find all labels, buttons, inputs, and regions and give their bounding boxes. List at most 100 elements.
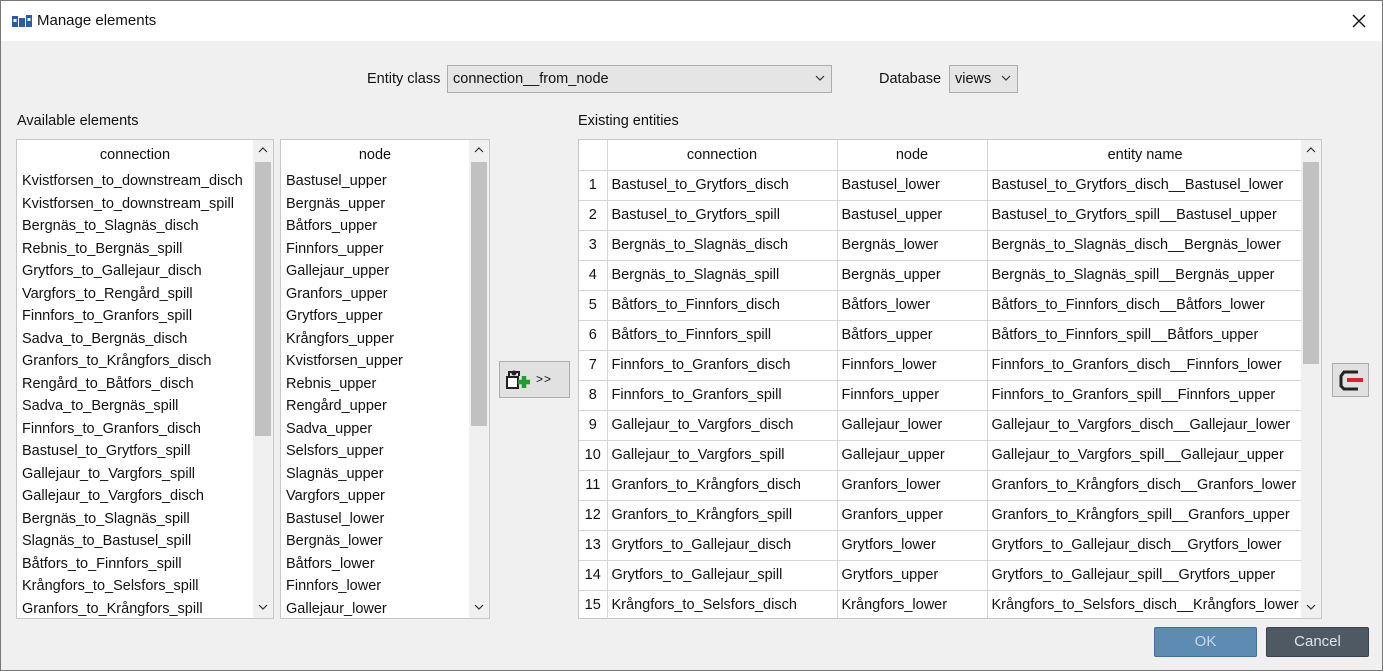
cell-node[interactable]: Grytfors_upper (837, 560, 988, 591)
ok-button[interactable]: OK (1154, 627, 1257, 657)
cell-entity-name[interactable]: Bastusel_to_Grytfors_disch__Bastusel_low… (987, 170, 1304, 201)
table-row[interactable]: 15 Krångfors_to_Selsfors_disch Krångfors_l… (579, 590, 1304, 618)
list-item[interactable]: Selsfors_upper (286, 440, 403, 463)
cell-node[interactable]: Båtfors_upper (837, 320, 988, 351)
table-row[interactable]: 3 Bergnäs_to_Slagnäs_disch Bergnäs_lower Be… (579, 230, 1304, 261)
cell-node[interactable]: Bergnäs_lower (837, 230, 988, 261)
cell-entity-name[interactable]: Granfors_to_Krångfors_disch__Granfors_lo… (987, 470, 1304, 501)
list-item[interactable]: Sadva_to_Bergnäs_disch (22, 328, 243, 351)
scroll-thumb[interactable] (471, 162, 487, 426)
cell-node[interactable]: Granfors_upper (837, 500, 988, 531)
cell-connection[interactable]: Finnfors_to_Granfors_disch (607, 350, 838, 381)
scroll-down-button[interactable] (1301, 598, 1321, 618)
list-item[interactable]: Gallejaur_to_Vargfors_spill (22, 463, 243, 486)
list-item[interactable]: Bastusel_upper (286, 170, 403, 193)
cell-connection[interactable]: Granfors_to_Krångfors_disch (607, 470, 838, 501)
list-item[interactable]: Slagnäs_upper (286, 463, 403, 486)
list-item[interactable]: Finnfors_to_Granfors_spill (22, 305, 243, 328)
cell-entity-name[interactable]: Gallejaur_to_Vargfors_disch__Gallejaur_l… (987, 410, 1304, 441)
cell-connection[interactable]: Gallejaur_to_Vargfors_spill (607, 440, 838, 471)
cell-entity-name[interactable]: Bergnäs_to_Slagnäs_spill__Bergnäs_upper (987, 260, 1304, 291)
list-item[interactable]: Grytfors_upper (286, 305, 403, 328)
cell-connection[interactable]: Gallejaur_to_Vargfors_disch (607, 410, 838, 441)
cell-entity-name[interactable]: Bastusel_to_Grytfors_spill__Bastusel_upp… (987, 200, 1304, 231)
cell-node[interactable]: Grytfors_lower (837, 530, 988, 561)
list-item[interactable]: Rebnis_to_Bergnäs_spill (22, 238, 243, 261)
list-item[interactable]: Gallejaur_lower (286, 598, 403, 619)
list-item[interactable]: Rengård_upper (286, 395, 403, 418)
list-item[interactable]: Slagnäs_to_Bastusel_spill (22, 530, 243, 553)
cell-entity-name[interactable]: Finnfors_to_Granfors_spill__Finnfors_upp… (987, 380, 1304, 411)
scroll-up-button[interactable] (469, 140, 489, 160)
cell-connection[interactable]: Bastusel_to_Grytfors_disch (607, 170, 838, 201)
table-row[interactable]: 2 Bastusel_to_Grytfors_spill Bastusel_uppe… (579, 200, 1304, 231)
table-row[interactable]: 14 Grytfors_to_Gallejaur_spill Grytfors_up… (579, 560, 1304, 591)
list-item[interactable]: Bergnäs_to_Slagnäs_disch (22, 215, 243, 238)
connection-list-scrollbar[interactable] (253, 140, 273, 618)
list-item[interactable]: Granfors_upper (286, 283, 403, 306)
scroll-up-button[interactable] (253, 140, 273, 160)
table-row[interactable]: 1 Bastusel_to_Grytfors_disch Bastusel_lowe… (579, 170, 1304, 201)
list-item[interactable]: Båtfors_upper (286, 215, 403, 238)
entities-table-scrollbar[interactable] (1301, 140, 1321, 618)
scroll-up-button[interactable] (1301, 140, 1321, 160)
node-list-scrollbar[interactable] (469, 140, 489, 618)
cell-connection[interactable]: Grytfors_to_Gallejaur_disch (607, 530, 838, 561)
close-button[interactable] (1336, 1, 1382, 41)
cell-entity-name[interactable]: Gallejaur_to_Vargfors_spill__Gallejaur_u… (987, 440, 1304, 471)
scroll-down-button[interactable] (469, 598, 489, 618)
cell-node[interactable]: Båtfors_lower (837, 290, 988, 321)
list-item[interactable]: Vargfors_upper (286, 485, 403, 508)
list-item[interactable]: Granfors_to_Krångfors_disch (22, 350, 243, 373)
list-item[interactable]: Bergnäs_to_Slagnäs_spill (22, 508, 243, 531)
cell-connection[interactable]: Bergnäs_to_Slagnäs_disch (607, 230, 838, 261)
list-item[interactable]: Bergnäs_lower (286, 530, 403, 553)
list-item[interactable]: Finnfors_to_Granfors_disch (22, 418, 243, 441)
cell-node[interactable]: Bergnäs_upper (837, 260, 988, 291)
remove-entities-button[interactable] (1332, 363, 1369, 397)
cell-node[interactable]: Finnfors_upper (837, 380, 988, 411)
cell-entity-name[interactable]: Krångfors_to_Selsfors_disch__Krångfors_l… (987, 590, 1304, 618)
list-item[interactable]: Gallejaur_to_Vargfors_disch (22, 485, 243, 508)
cell-entity-name[interactable]: Grytfors_to_Gallejaur_spill__Grytfors_up… (987, 560, 1304, 591)
table-row[interactable]: 7 Finnfors_to_Granfors_disch Finnfors_lowe… (579, 350, 1304, 381)
list-item[interactable]: Bastusel_to_Grytfors_spill (22, 440, 243, 463)
cell-connection[interactable]: Båtfors_to_Finnfors_disch (607, 290, 838, 321)
add-entities-button[interactable]: >> (499, 361, 570, 398)
list-item[interactable]: Rengård_to_Båtfors_disch (22, 373, 243, 396)
list-item[interactable]: Finnfors_upper (286, 238, 403, 261)
cell-entity-name[interactable]: Grytfors_to_Gallejaur_disch__Grytfors_lo… (987, 530, 1304, 561)
cell-connection[interactable]: Båtfors_to_Finnfors_spill (607, 320, 838, 351)
table-row[interactable]: 4 Bergnäs_to_Slagnäs_spill Bergnäs_upper Be… (579, 260, 1304, 291)
cell-node[interactable]: Gallejaur_lower (837, 410, 988, 441)
table-row[interactable]: 12 Granfors_to_Krångfors_spill Granfors_up… (579, 500, 1304, 531)
table-row[interactable]: 6 Båtfors_to_Finnfors_spill Båtfors_upper B… (579, 320, 1304, 351)
cell-connection[interactable]: Grytfors_to_Gallejaur_spill (607, 560, 838, 591)
cell-entity-name[interactable]: Granfors_to_Krångfors_spill__Granfors_up… (987, 500, 1304, 531)
cell-connection[interactable]: Granfors_to_Krångfors_spill (607, 500, 838, 531)
cancel-button[interactable]: Cancel (1266, 627, 1369, 657)
cell-node[interactable]: Bastusel_lower (837, 170, 988, 201)
cell-connection[interactable]: Bastusel_to_Grytfors_spill (607, 200, 838, 231)
cell-node[interactable]: Granfors_lower (837, 470, 988, 501)
database-select[interactable]: views (949, 65, 1018, 93)
list-item[interactable]: Vargfors_to_Rengård_spill (22, 283, 243, 306)
scroll-thumb[interactable] (255, 162, 271, 436)
cell-connection[interactable]: Krångfors_to_Selsfors_disch (607, 590, 838, 618)
table-row[interactable]: 8 Finnfors_to_Granfors_spill Finnfors_uppe… (579, 380, 1304, 411)
list-item[interactable]: Finnfors_lower (286, 575, 403, 598)
list-item[interactable]: Krångfors_to_Selsfors_spill (22, 575, 243, 598)
table-row[interactable]: 11 Granfors_to_Krångfors_disch Granfors_lo… (579, 470, 1304, 501)
list-item[interactable]: Granfors_to_Krångfors_spill (22, 598, 243, 619)
cell-connection[interactable]: Bergnäs_to_Slagnäs_spill (607, 260, 838, 291)
list-item[interactable]: Båtfors_to_Finnfors_spill (22, 553, 243, 576)
entity-class-select[interactable]: connection__from_node (447, 65, 832, 93)
cell-node[interactable]: Krångfors_lower (837, 590, 988, 618)
scroll-down-button[interactable] (253, 598, 273, 618)
table-row[interactable]: 13 Grytfors_to_Gallejaur_disch Grytfors_lo… (579, 530, 1304, 561)
cell-node[interactable]: Bastusel_upper (837, 200, 988, 231)
cell-entity-name[interactable]: Båtfors_to_Finnfors_disch__Båtfors_lower (987, 290, 1304, 321)
cell-node[interactable]: Gallejaur_upper (837, 440, 988, 471)
table-row[interactable]: 5 Båtfors_to_Finnfors_disch Båtfors_lower B… (579, 290, 1304, 321)
table-row[interactable]: 9 Gallejaur_to_Vargfors_disch Gallejaur_lo… (579, 410, 1304, 441)
